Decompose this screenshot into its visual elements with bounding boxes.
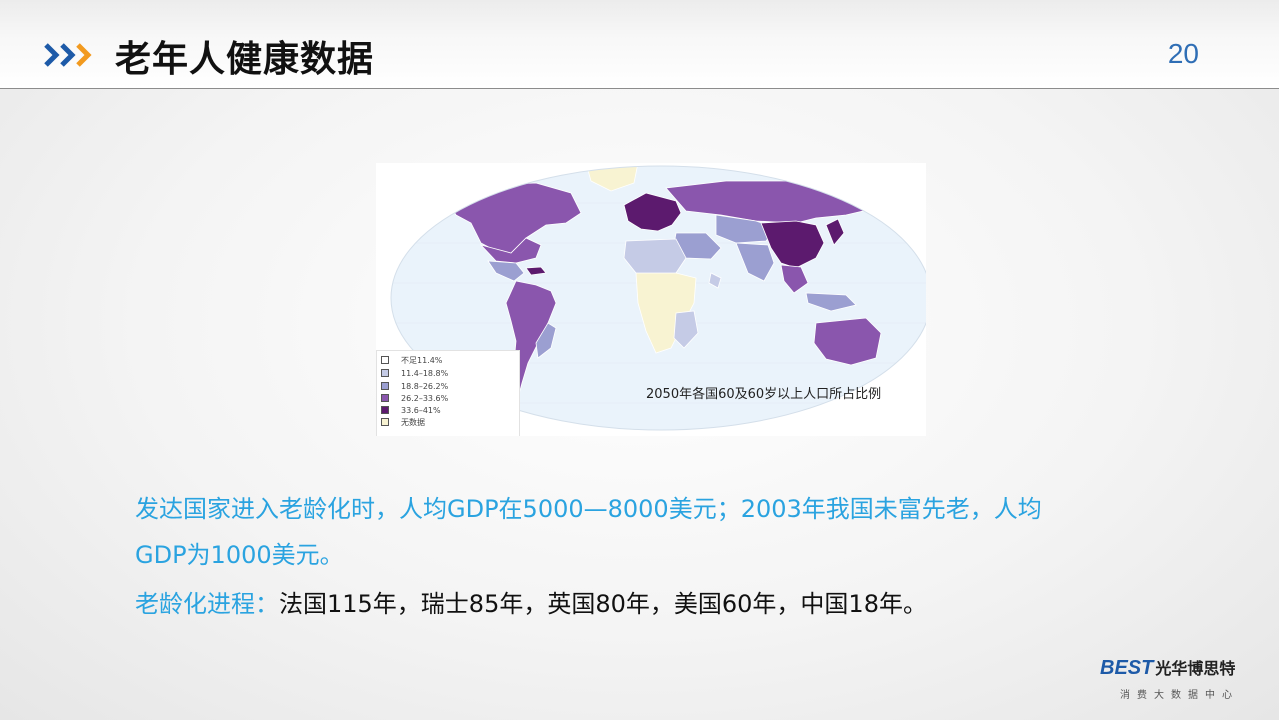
legend-label: 不足11.4% (401, 355, 443, 365)
legend-swatch (381, 356, 389, 364)
text-line-3: 老龄化进程：法国115年，瑞士85年，英国80年，美国60年，中国18年。 (135, 590, 927, 619)
legend-label: 无数据 (401, 417, 425, 427)
logo-name: 光华博思特 (1155, 659, 1236, 678)
triple-chevron-icon (44, 43, 92, 67)
logo-brand: BEST (1100, 657, 1154, 679)
legend-swatch (381, 406, 389, 414)
legend-swatch (381, 418, 389, 426)
legend-label: 26.2–33.6% (401, 393, 449, 403)
company-logo: BEST 光华博思特 消费大数据中心 (1100, 655, 1236, 701)
aging-process-label: 老龄化进程： (135, 590, 279, 618)
page-title: 老年人健康数据 (115, 39, 375, 80)
legend-swatch (381, 394, 389, 402)
aging-process-value: 法国115年，瑞士85年，英国80年，美国60年，中国18年。 (279, 590, 927, 618)
legend-label: 11.4–18.8% (401, 368, 449, 378)
legend-item: 18.8–26.2% (381, 381, 448, 391)
world-map-figure: 不足11.4% 11.4–18.8% 18.8–26.2% 26.2–33.6%… (376, 163, 926, 436)
page-number: 20 (1167, 38, 1199, 69)
legend-item: 11.4–18.8% (381, 368, 448, 378)
text-line-2: GDP为1000美元。 (135, 541, 344, 569)
header-bar: 老年人健康数据 20 (0, 0, 1279, 89)
logo-subtitle: 消费大数据中心 (1120, 690, 1239, 701)
legend-swatch (381, 382, 389, 390)
legend-item: 不足11.4% (381, 355, 442, 365)
legend-item: 33.6–41% (381, 405, 441, 415)
map-caption: 2050年各国60及60岁以上人口所占比例 (646, 387, 882, 402)
legend-item: 26.2–33.6% (381, 393, 448, 403)
legend-label: 18.8–26.2% (401, 381, 449, 391)
legend-label: 33.6–41% (401, 405, 441, 415)
legend-swatch (381, 369, 389, 377)
map-legend: 不足11.4% 11.4–18.8% 18.8–26.2% 26.2–33.6%… (376, 350, 520, 436)
legend-item: 无数据 (381, 417, 425, 427)
text-line-1: 发达国家进入老龄化时，人均GDP在5000—8000美元；2003年我国未富先老… (135, 495, 1042, 523)
